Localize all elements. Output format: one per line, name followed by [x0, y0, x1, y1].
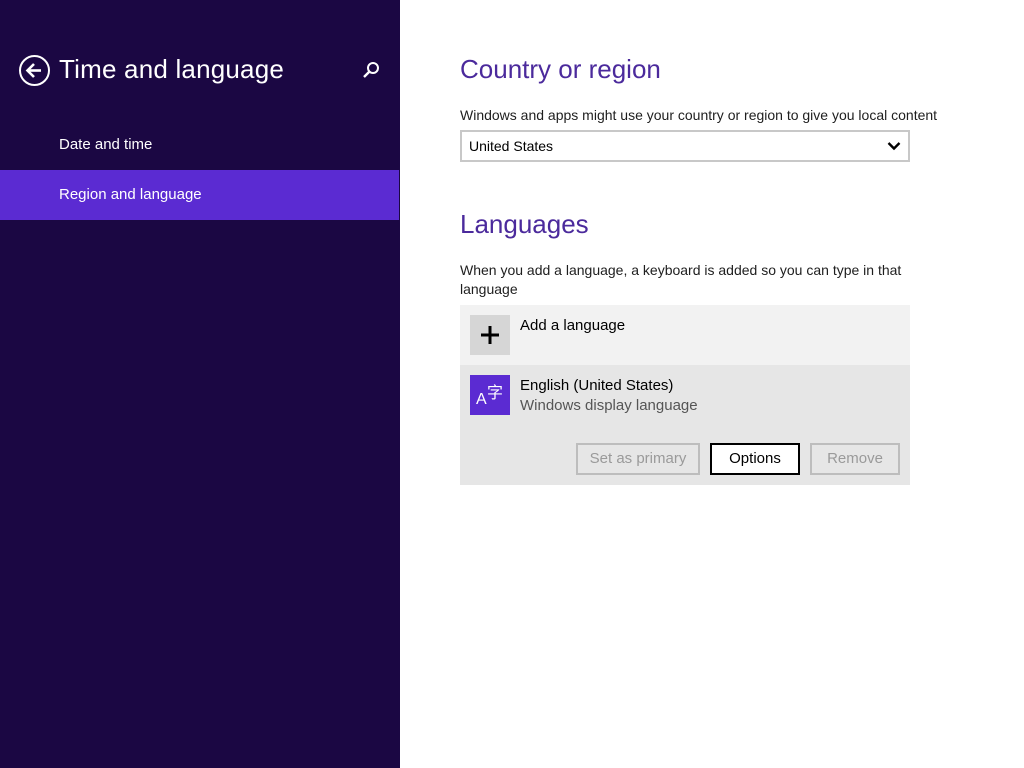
add-language-button[interactable]: Add a language	[460, 305, 910, 365]
languages-description: When you add a language, a keyboard is a…	[460, 262, 902, 297]
add-language-label: Add a language	[520, 317, 626, 334]
plus-icon	[470, 315, 510, 355]
sidebar: Time and language Date and time Region a…	[0, 0, 400, 768]
set-as-primary-button[interactable]: Set as primary	[576, 443, 700, 475]
chevron-down-icon	[887, 142, 901, 151]
remove-button[interactable]: Remove	[810, 443, 900, 475]
sidebar-item-date-and-time[interactable]: Date and time	[0, 120, 399, 170]
country-dropdown-value: United States	[469, 138, 554, 154]
search-icon	[363, 62, 379, 78]
language-name: English (United States)	[520, 377, 674, 394]
country-dropdown[interactable]: United States	[460, 130, 910, 162]
back-arrow-icon	[25, 63, 41, 78]
page-title: Time and language	[59, 54, 285, 84]
languages-heading: Languages	[460, 209, 589, 239]
options-button[interactable]: Options	[710, 443, 800, 475]
country-description: Windows and apps might use your country …	[460, 107, 938, 123]
main-content: Country or region Windows and apps might…	[460, 0, 1000, 768]
search-button[interactable]	[361, 60, 381, 80]
country-heading: Country or region	[460, 54, 661, 84]
back-button[interactable]	[19, 55, 50, 86]
language-subtitle: Windows display language	[520, 397, 698, 414]
language-icon: A 字	[470, 375, 510, 415]
language-item-english-us[interactable]: A 字 English (United States) Windows disp…	[460, 365, 910, 485]
sidebar-item-region-and-language[interactable]: Region and language	[0, 170, 399, 220]
